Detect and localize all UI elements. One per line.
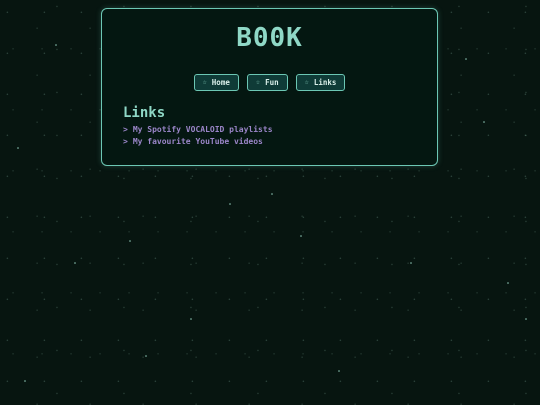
star-icon: ☆ — [202, 78, 207, 86]
nav-button-label: Home — [211, 78, 230, 87]
star-icon: ☆ — [304, 78, 309, 86]
spotify-playlists-link[interactable]: My Spotify VOCALOID playlists — [133, 125, 273, 134]
link-list: > My Spotify VOCALOID playlists > My favou… — [123, 124, 273, 147]
list-marker: > — [123, 125, 128, 134]
links-section: Links > My Spotify VOCALOID playlists > My… — [123, 105, 273, 147]
nav-button-label: Fun — [265, 78, 279, 87]
star-icon: ☆ — [255, 78, 261, 86]
nav-button-links[interactable]: ☆ Links — [295, 74, 346, 91]
section-heading: Links — [123, 105, 166, 121]
nav-button-home[interactable]: ☆ Home — [193, 74, 239, 91]
main-panel: B00K ☆ Home ☆ Fun ☆ Links Links > My Spot… — [101, 8, 438, 166]
youtube-videos-link[interactable]: My favourite YouTube videos — [133, 137, 263, 146]
nav-button-fun[interactable]: ☆ Fun — [246, 74, 288, 91]
list-item: > My favourite YouTube videos — [123, 136, 273, 148]
site-title: B00K — [236, 23, 303, 53]
nav-bar: ☆ Home ☆ Fun ☆ Links — [102, 74, 437, 91]
list-item: > My Spotify VOCALOID playlists — [123, 124, 273, 136]
nav-button-label: Links — [313, 78, 337, 87]
list-marker: > — [123, 136, 128, 146]
